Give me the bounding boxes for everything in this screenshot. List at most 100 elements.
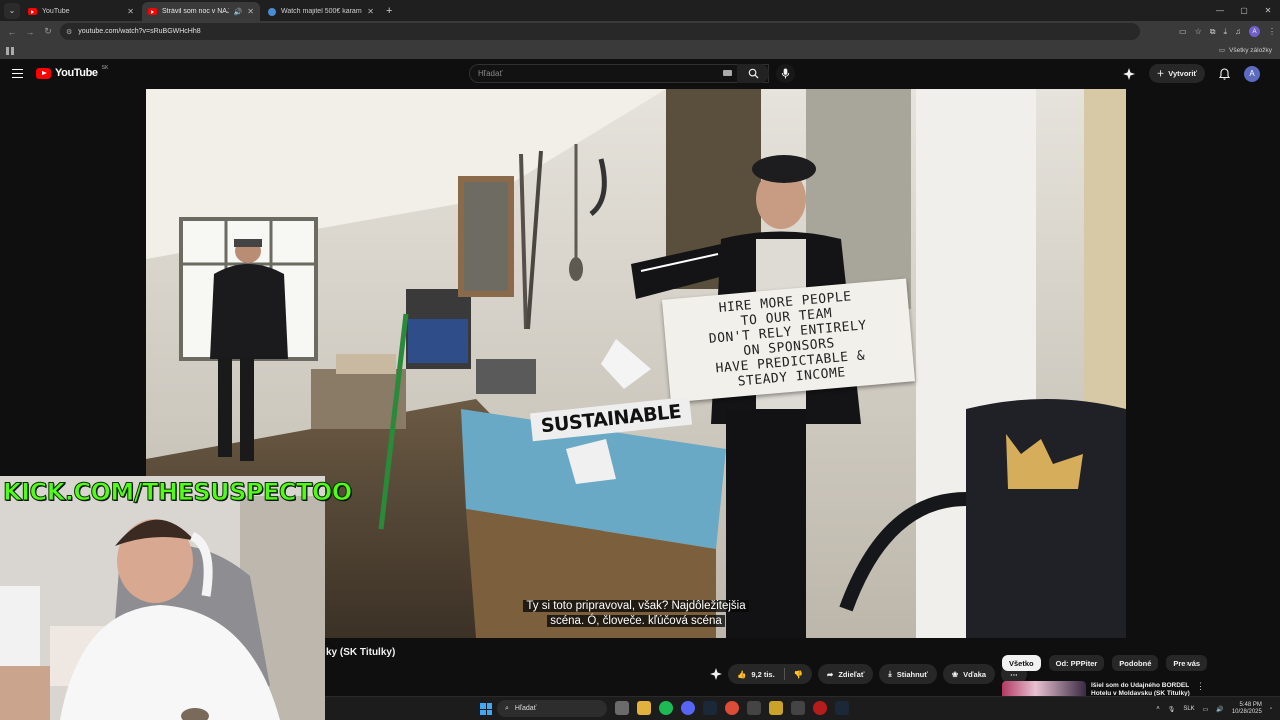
bookmark-star-icon[interactable]: ☆ (1195, 27, 1202, 36)
youtube-play-logo-icon (36, 67, 51, 79)
voice-search-button[interactable] (776, 64, 795, 83)
cast-icon[interactable]: ▭ (1179, 27, 1187, 36)
clock-time: 5:48 PM (1239, 702, 1262, 708)
extensions-icon[interactable]: ⧉ (1210, 27, 1216, 37)
dislike-button[interactable]: 👎 (785, 664, 812, 684)
app-icon[interactable] (747, 701, 761, 715)
sparkle-icon[interactable] (710, 668, 722, 680)
taskbar-search-label: Hľadať (514, 705, 537, 712)
system-tray: ˄ 🎙 SLK ▭ 🔊 5:48 PM 10/28/2025 ▫ (1156, 697, 1272, 720)
app-icon[interactable] (791, 701, 805, 715)
bookmarks-bar: ▭ Všetky záložky (0, 42, 1280, 59)
new-tab-plus-icon[interactable]: + (386, 5, 392, 17)
network-icon[interactable]: ▭ (1203, 706, 1209, 713)
webcam-scene (0, 476, 325, 720)
taskbar-search[interactable]: ⌕ Hľadať (497, 700, 607, 717)
like-button[interactable]: 👍 9,2 tis. (728, 664, 784, 684)
app-icon[interactable] (813, 701, 827, 715)
app-icon[interactable] (769, 701, 783, 715)
chrome-icon[interactable] (725, 701, 739, 715)
tab-title: YouTube (42, 8, 70, 15)
download-icon[interactable]: ⤓ (1223, 27, 1227, 37)
speaker-icon[interactable]: 🔊 (234, 8, 243, 16)
user-avatar[interactable]: A (1244, 65, 1260, 82)
microphone-icon[interactable]: 🎙 (1168, 706, 1176, 713)
kebab-menu-icon[interactable]: ⋮ (1268, 27, 1276, 36)
forward-arrow-icon[interactable]: → (21, 27, 39, 37)
site-info-icon[interactable]: ⚙ (66, 28, 72, 36)
windows-taskbar: ⌕ Hľadať ˄ 🎙 SLK ▭ 🔊 5:48 PM 10/28/2025 (325, 696, 1280, 720)
close-icon[interactable]: ✕ (247, 7, 254, 16)
like-dislike-group: 👍 9,2 tis. 👎 (728, 664, 813, 684)
header-right: ＋ Vytvoriť A (1122, 64, 1260, 83)
reload-icon[interactable]: ↻ (39, 26, 57, 37)
steam-icon[interactable] (835, 701, 849, 715)
close-icon[interactable]: ✕ (127, 7, 134, 16)
create-button[interactable]: ＋ Vytvoriť (1148, 64, 1205, 83)
sparkle-icon[interactable] (1122, 67, 1135, 80)
youtube-wordmark: YouTube (55, 67, 98, 79)
subtitle-line-2: scéna. Ó, človeče. kľúčová scéna (547, 615, 725, 627)
volume-icon[interactable]: 🔊 (1216, 706, 1223, 713)
clock[interactable]: 5:48 PM 10/28/2025 (1232, 702, 1262, 716)
download-icon: ⤓ (888, 669, 892, 678)
close-icon[interactable]: ✕ (367, 7, 374, 16)
chevron-up-icon[interactable]: ˄ (1156, 706, 1160, 712)
thumbs-up-icon: 👍 (737, 669, 747, 679)
windows-start-icon[interactable] (480, 703, 492, 715)
maximize-icon[interactable]: ▢ (1232, 6, 1256, 15)
country-code: SK (101, 65, 109, 71)
language-indicator[interactable]: SLK (1183, 706, 1194, 712)
tab-watch[interactable]: Watch majitel 500€ karambitu ✕ (262, 2, 380, 21)
held-sign: HIRE MORE PEOPLE TO OUR TEAM DON'T RELY … (661, 278, 916, 403)
clock-date: 10/28/2025 (1231, 709, 1262, 715)
minimize-icon[interactable]: — (1208, 6, 1232, 15)
window-controls: — ▢ ✕ (1208, 0, 1280, 21)
tab-active-video[interactable]: Strávil som noc v NAJHORŠ 🔊 ✕ (142, 2, 260, 21)
chevron-right-icon[interactable]: › (1186, 658, 1189, 668)
steam-icon[interactable] (703, 701, 717, 715)
search-input[interactable]: Hľadať (469, 64, 769, 83)
task-view-icon[interactable] (615, 701, 629, 715)
thanks-button[interactable]: ❀ Vďaka (942, 664, 996, 684)
notifications-bell-icon[interactable] (1219, 67, 1230, 80)
hamburger-menu-icon[interactable] (12, 69, 23, 78)
apps-grid-icon[interactable] (6, 46, 14, 55)
share-label: Zdieľať (838, 669, 865, 679)
file-explorer-icon[interactable] (637, 701, 651, 715)
share-button[interactable]: ➦ Zdieľať (818, 664, 874, 684)
youtube-header: YouTube SK Hľadať ＋ Vytvoriť A (0, 59, 1280, 89)
chip-similar[interactable]: Podobné (1112, 655, 1159, 671)
chip-all[interactable]: Všetko (1002, 655, 1041, 671)
download-button[interactable]: ⤓ Stiahnuť (879, 664, 937, 684)
notification-icon[interactable]: ▫ (1270, 706, 1272, 712)
search-icon: ⌕ (505, 704, 509, 712)
close-window-icon[interactable]: ✕ (1256, 6, 1280, 15)
all-bookmarks[interactable]: ▭ Všetky záložky (1219, 46, 1272, 55)
plus-icon: ＋ (1156, 69, 1165, 78)
kick-channel-overlay: KICK.COM/THESUSPECTOO (3, 478, 353, 507)
back-arrow-icon[interactable]: ← (3, 27, 21, 37)
browser-tab-strip: ⌄ YouTube ✕ Strávil som noc v NAJHORŠ 🔊 … (0, 0, 1280, 21)
kebab-menu-icon[interactable]: ⋮ (1196, 681, 1205, 692)
tab-search-button[interactable]: ⌄ (4, 2, 20, 19)
youtube-favicon-icon (28, 8, 37, 15)
search-button[interactable] (737, 64, 769, 83)
webcam-overlay (0, 476, 325, 720)
video-title: ky (SK Titulky) (326, 647, 396, 658)
youtube-logo[interactable]: YouTube SK (36, 65, 109, 79)
all-bookmarks-label: Všetky záložky (1229, 46, 1272, 54)
browser-tools: ▭ ☆ ⧉ ⤓ ♫ A ⋮ (1179, 21, 1276, 42)
tab-youtube[interactable]: YouTube ✕ (22, 2, 140, 21)
tab-title: Watch majitel 500€ karambitu (281, 8, 362, 15)
chip-from-channel[interactable]: Od: PPPiter (1048, 655, 1105, 671)
spotify-icon[interactable] (659, 701, 673, 715)
media-control-icon[interactable]: ♫ (1235, 27, 1241, 36)
site-favicon-icon (268, 7, 276, 16)
discord-icon[interactable] (681, 701, 695, 715)
subtitle-line-1: Ty si toto pripravoval, však? Najdôležit… (523, 600, 749, 612)
address-bar[interactable]: ⚙ youtube.com/watch?v=sRuBGWHcHh8 (60, 23, 1140, 40)
profile-avatar[interactable]: A (1249, 26, 1260, 37)
screen: ⌄ YouTube ✕ Strávil som noc v NAJHORŠ 🔊 … (0, 0, 1280, 720)
keyboard-icon[interactable] (723, 70, 732, 76)
